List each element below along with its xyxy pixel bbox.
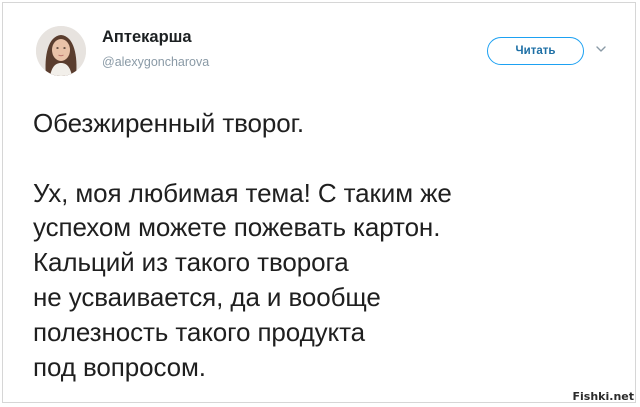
avatar-photo [36, 26, 86, 76]
follow-button[interactable]: Читать [487, 37, 584, 65]
author-handle[interactable]: @alexygoncharova [102, 55, 209, 69]
tweet-text: Обезжиренный творог. Ух, моя любимая тем… [33, 108, 452, 382]
author-name[interactable]: Аптекарша [102, 28, 192, 47]
avatar[interactable] [36, 26, 86, 76]
chevron-down-icon[interactable] [595, 43, 607, 55]
watermark: Fishki.net [572, 390, 634, 403]
follow-button-label: Читать [515, 45, 556, 57]
